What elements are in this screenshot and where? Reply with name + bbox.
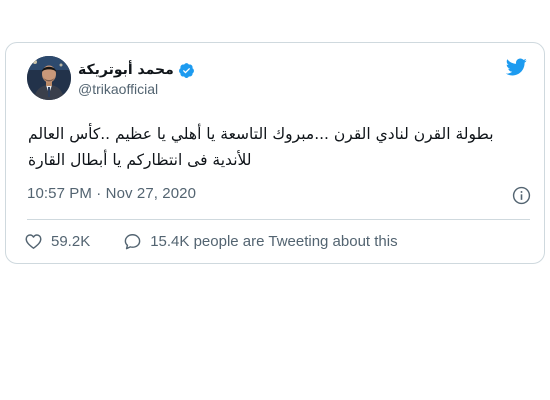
info-icon[interactable]	[512, 186, 531, 205]
heart-icon	[25, 233, 42, 249]
like-count: 59.2K	[51, 232, 91, 250]
profile-photo	[27, 56, 71, 100]
author-avatar[interactable]	[27, 56, 71, 100]
twitter-bird-icon[interactable]	[503, 56, 529, 78]
tweet-text: بطولة القرن لنادي القرن ...مبروك التاسعة…	[28, 121, 531, 173]
tweet-text-line: بطولة القرن لنادي القرن ...مبروك التاسعة…	[28, 125, 494, 143]
tweet-author[interactable]: محمد أبوتريكة @trikaofficial	[78, 60, 195, 97]
author-display-name[interactable]: محمد أبوتريكة	[78, 62, 174, 78]
tweet-text-line: للأندية فى انتظاركم يا أبطال القارة	[28, 151, 252, 169]
verified-badge-icon	[178, 62, 194, 78]
tweet-actions: 59.2K 15.4K people are Tweeting about th…	[24, 230, 398, 252]
tweeting-about-text: 15.4K people are Tweeting about this	[150, 232, 398, 250]
tweet-timestamp[interactable]: 10:57 PM · Nov 27, 2020	[27, 185, 196, 202]
like-button[interactable]: 59.2K	[24, 232, 90, 251]
tweeting-about-link[interactable]: 15.4K people are Tweeting about this	[123, 232, 398, 251]
author-handle[interactable]: @trikaofficial	[78, 81, 195, 97]
speech-bubble-icon	[124, 233, 141, 249]
tweet-divider	[27, 219, 530, 220]
